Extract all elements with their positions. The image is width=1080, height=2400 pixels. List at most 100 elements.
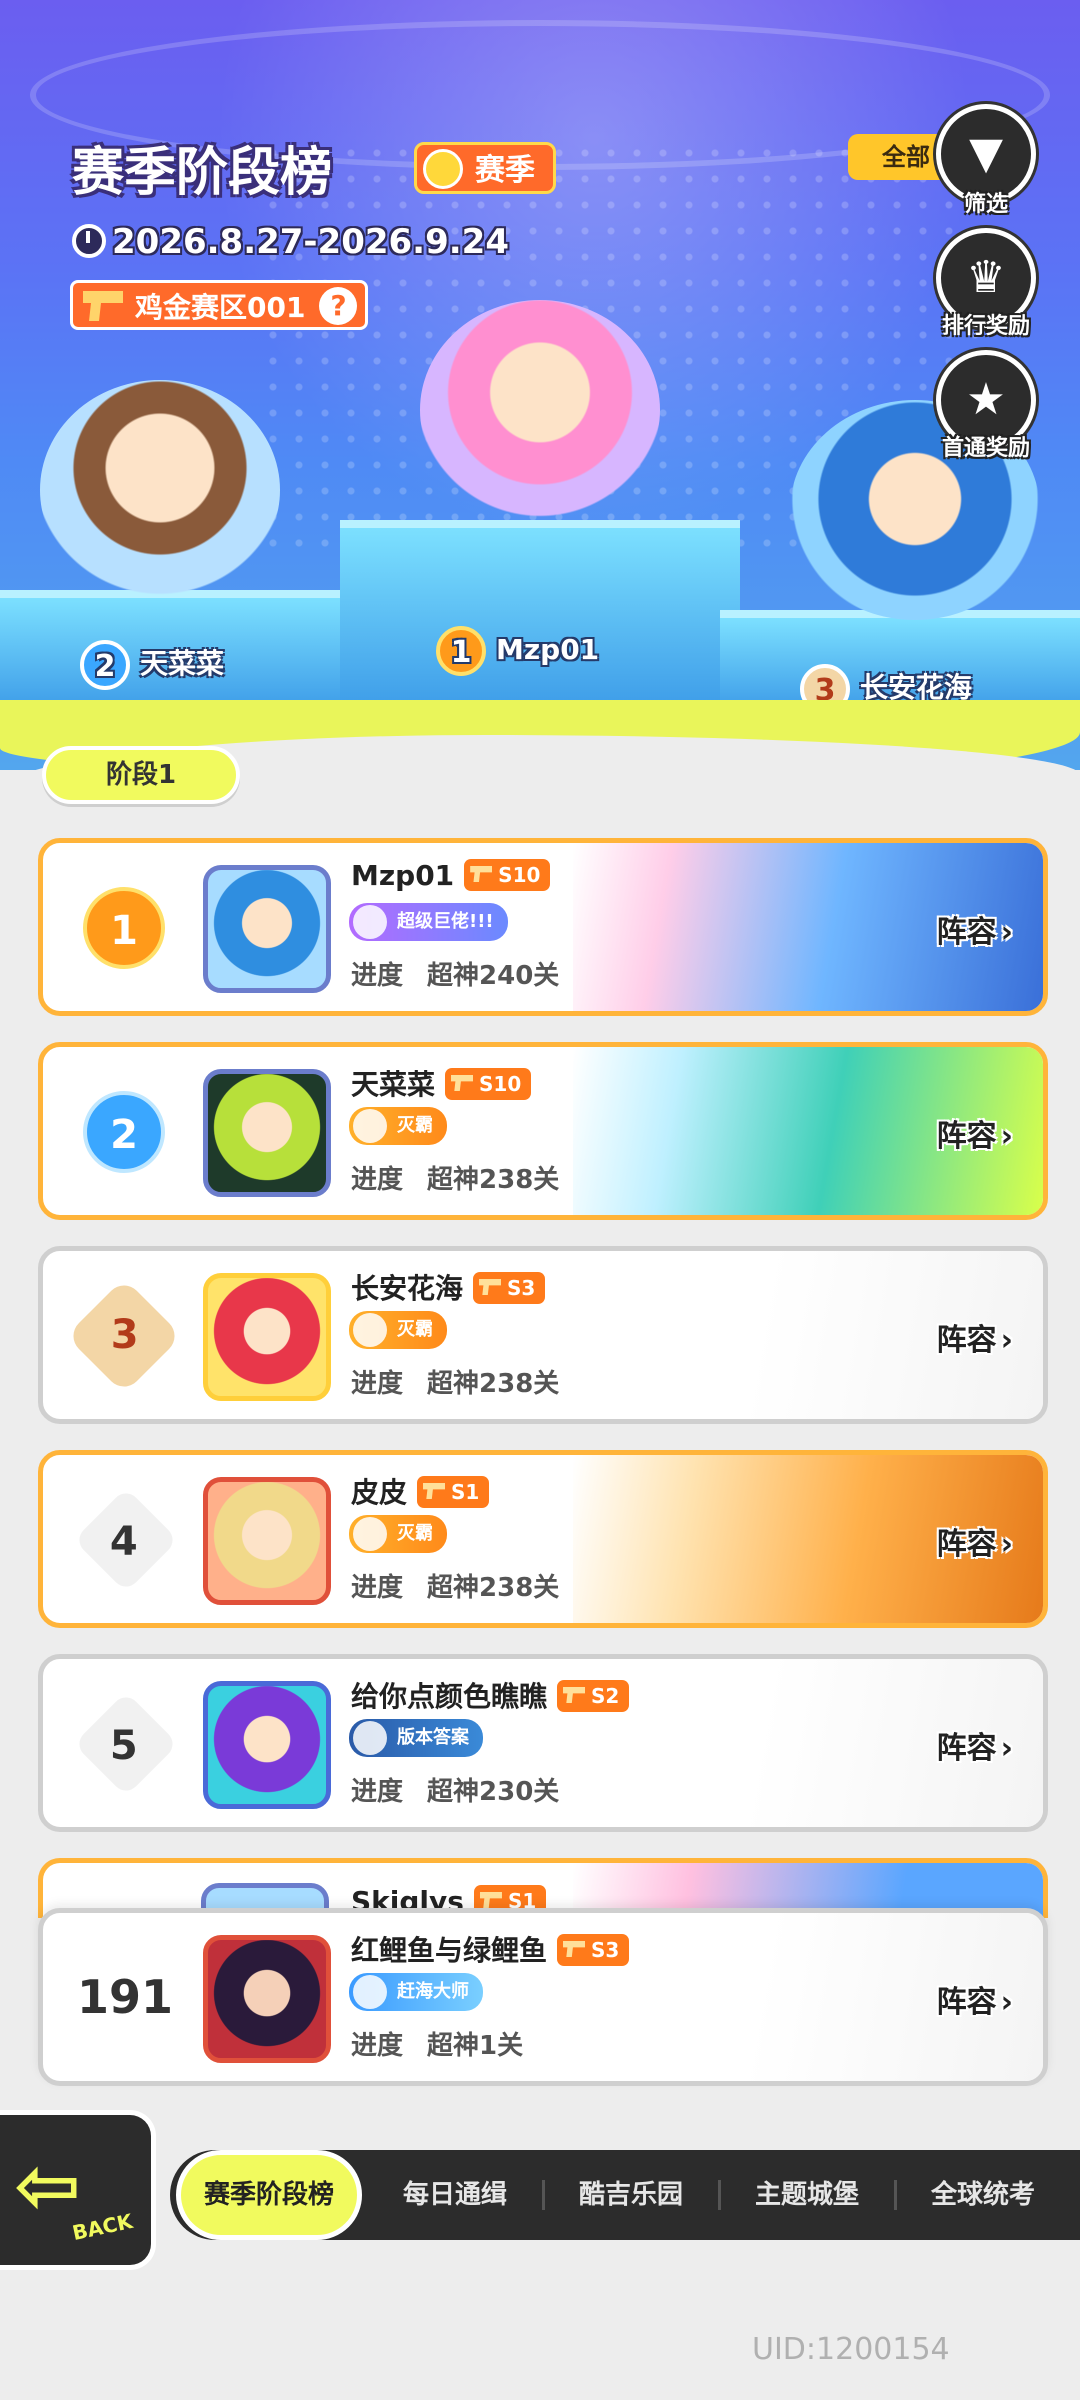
rank-badge: 191 (76, 1970, 174, 2024)
help-icon[interactable]: ? (319, 287, 358, 325)
progress: 进度 超神238关 (351, 1159, 559, 1196)
title-icon (353, 1721, 387, 1755)
avatar[interactable] (203, 1273, 331, 1401)
title-badge-text: 超级巨佬!!! (397, 911, 494, 932)
user-id: UID:1200154 (752, 2332, 950, 2367)
avatar[interactable] (203, 1477, 331, 1605)
lineup-button[interactable]: 阵容 › (937, 1977, 1013, 2021)
podium-center (340, 520, 740, 710)
chevron-right-icon: › (1000, 1527, 1013, 1562)
player-name-text: Mzp01 (351, 859, 455, 892)
lineup-label: 阵容 (936, 1731, 997, 1766)
tab-divider (542, 2180, 545, 2210)
progress: 进度 超神230关 (351, 1771, 559, 1808)
season-tag: S3 (473, 1272, 546, 1304)
rank-badge-text: 4 (109, 1519, 138, 1566)
chevron-right-icon: › (1000, 1985, 1013, 2020)
stage-selector[interactable]: 阶段1 (42, 746, 240, 804)
bottom-tab-bar: 赛季阶段榜 每日通缉 酷吉乐园 主题城堡 全球统考 (170, 2150, 1080, 2240)
podium-first-name: Mzp01 (496, 633, 600, 666)
progress-label: 进度 (351, 2031, 404, 2061)
progress-value: 超神1关 (427, 2031, 524, 2061)
lineup-button[interactable]: 阵容 › (937, 1519, 1013, 1563)
avatar[interactable] (203, 1935, 331, 2063)
rank-badge: 2 (83, 1091, 165, 1173)
lineup-label: 阵容 (936, 1527, 997, 1562)
player-name-text: 皮皮 (351, 1476, 408, 1509)
chevron-right-icon: › (1000, 1323, 1013, 1358)
filter-label: 筛选 (963, 192, 1008, 217)
player-name-text: 红鲤鱼与绿鲤鱼 (351, 1934, 548, 1967)
avatar[interactable] (203, 1069, 331, 1197)
title-badge-text: 灭霸 (397, 1319, 433, 1340)
tab-divider (894, 2180, 897, 2210)
player-name: Mzp01 S10 (351, 859, 551, 892)
lineup-label: 阵容 (936, 915, 997, 950)
player-name: 天菜菜 S10 (351, 1063, 532, 1103)
title-badge: 版本答案 (349, 1719, 483, 1757)
lineup-button[interactable]: 阵容 › (937, 1315, 1013, 1359)
tab-daily-wanted[interactable]: 每日通缉 (370, 2150, 540, 2240)
lineup-button[interactable]: 阵容 › (937, 907, 1013, 951)
progress-label: 进度 (351, 1573, 404, 1603)
tab-season-stage-rank[interactable]: 赛季阶段榜 (176, 2150, 362, 2240)
zone-selector[interactable]: 鸡金赛区001 ? (70, 280, 369, 330)
title-badge: 灭霸 (349, 1311, 447, 1349)
title-icon (353, 1975, 387, 2009)
avatar[interactable] (203, 865, 331, 993)
season-badge-label: 赛季 (475, 153, 535, 188)
podium-second-name: 天菜菜 (140, 647, 225, 680)
player-name-text: 长安花海 (351, 1272, 464, 1305)
title-badge: 灭霸 (349, 1515, 447, 1553)
podium-avatar-first[interactable] (420, 300, 660, 520)
player-name: 长安花海 S3 (351, 1267, 546, 1307)
title-icon (353, 1313, 387, 1347)
date-range: 2026.8.27-2026.9.24 (72, 222, 509, 262)
page-title: 赛季阶段榜 (72, 143, 333, 203)
progress-label: 进度 (351, 1369, 404, 1399)
podium-avatar-second[interactable] (40, 380, 280, 600)
chevron-right-icon: › (1000, 915, 1013, 950)
season-badge: 赛季 (414, 142, 556, 194)
rank-1-medal: 1 (436, 626, 486, 676)
tab-kuji-park[interactable]: 酷吉乐园 (546, 2150, 716, 2240)
player-name-text: 天菜菜 (351, 1068, 436, 1101)
chevron-right-icon: › (1000, 1731, 1013, 1766)
rank-badge-text: 3 (110, 1312, 139, 1359)
tab-theme-castle[interactable]: 主题城堡 (722, 2150, 892, 2240)
podium-header: 2 天菜菜 1 Mzp01 3 长安花海 赛季阶段榜 赛季 2026.8.27-202… (0, 0, 1080, 770)
progress: 进度 超神238关 (351, 1567, 559, 1604)
title-badge: 超级巨佬!!! (349, 903, 508, 941)
tab-divider (718, 2180, 721, 2210)
leaderboard-row-5[interactable]: 5 给你点颜色瞧瞧 S2 版本答案 进度 超神230关 阵容 › (38, 1654, 1048, 1832)
progress-value: 超神240关 (427, 961, 560, 991)
lineup-button[interactable]: 阵容 › (937, 1111, 1013, 1155)
back-button[interactable]: ⇦ BACK (0, 2110, 156, 2270)
progress-label: 进度 (351, 1777, 404, 1807)
lineup-button[interactable]: 阵容 › (937, 1723, 1013, 1767)
title-icon (353, 1517, 387, 1551)
season-tag: S10 (445, 1068, 532, 1100)
leaderboard-row-3[interactable]: 3 长安花海 S3 灭霸 进度 超神238关 阵容 › (38, 1246, 1048, 1424)
lineup-label: 阵容 (936, 1119, 997, 1154)
rank-badge: 3 (66, 1278, 182, 1394)
ranking-reward-label: 排行奖励 (941, 314, 1030, 339)
lineup-label: 阵容 (936, 1985, 997, 2020)
season-tag: S1 (417, 1476, 490, 1508)
my-rank-row[interactable]: 191 红鲤鱼与绿鲤鱼 S3 赶海大师 进度 超神1关 阵容 › (38, 1908, 1048, 2086)
leaderboard-row-4[interactable]: 4 皮皮 S1 灭霸 进度 超神238关 阵容 › (38, 1450, 1048, 1628)
gun-icon (83, 291, 123, 321)
player-name: 皮皮 S1 (351, 1471, 490, 1511)
avatar[interactable] (203, 1681, 331, 1809)
player-name: 红鲤鱼与绿鲤鱼 S3 (351, 1929, 630, 1969)
title-badge-text: 灭霸 (397, 1115, 433, 1136)
tab-global-exam[interactable]: 全球统考 (898, 2150, 1068, 2240)
leaderboard-row-2[interactable]: 2 天菜菜 S10 灭霸 进度 超神238关 阵容 › (38, 1042, 1048, 1220)
progress-label: 进度 (351, 961, 404, 991)
leaderboard-row-1[interactable]: 1 Mzp01 S10 超级巨佬!!! 进度 超神240关 阵容 › (38, 838, 1048, 1016)
title-badge-text: 版本答案 (397, 1727, 469, 1748)
rank-badge: 1 (83, 887, 165, 969)
lineup-label: 阵容 (936, 1323, 997, 1358)
title-badge-text: 赶海大师 (397, 1981, 469, 2002)
progress: 进度 超神1关 (351, 2025, 523, 2062)
